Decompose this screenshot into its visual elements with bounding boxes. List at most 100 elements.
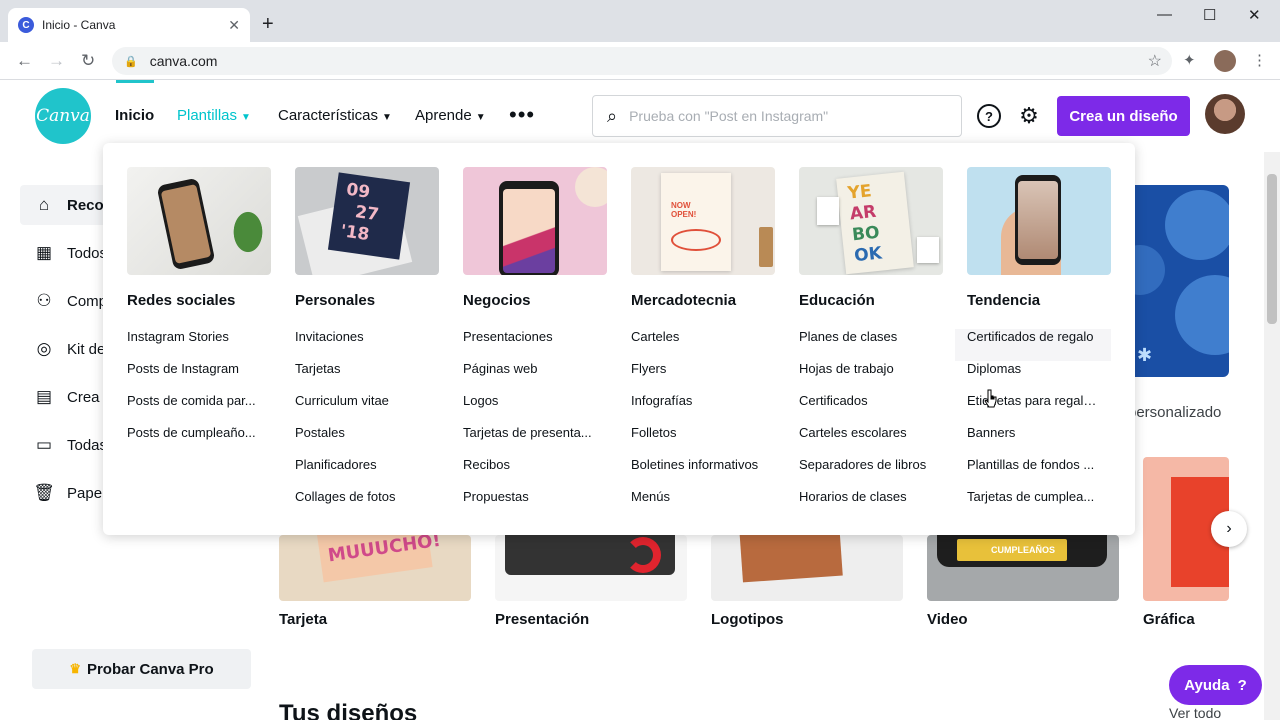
menu-column-negocios: Negocios Presentaciones Páginas web Logo… bbox=[463, 167, 607, 521]
menu-item[interactable]: Recibos bbox=[463, 457, 593, 489]
nav-plantillas[interactable]: Plantillas ▼ bbox=[177, 107, 251, 124]
menu-item[interactable]: Certificados bbox=[799, 393, 929, 425]
hero-banner[interactable]: ✱ bbox=[1135, 185, 1229, 377]
menu-item[interactable]: Collages de fotos bbox=[295, 489, 425, 521]
browser-tab[interactable]: C Inicio - Canva ✕ bbox=[8, 8, 250, 42]
menu-item[interactable]: Boletines informativos bbox=[631, 457, 761, 489]
social-media-image[interactable] bbox=[127, 167, 271, 275]
sparkle-icon: ✱ bbox=[1137, 345, 1153, 365]
more-icon[interactable]: ••• bbox=[509, 102, 535, 128]
menu-item[interactable]: Infografías bbox=[631, 393, 761, 425]
reload-icon[interactable]: ↻ bbox=[81, 51, 95, 71]
see-all-link[interactable]: Ver todo bbox=[1169, 705, 1221, 720]
menu-item[interactable]: Páginas web bbox=[463, 361, 593, 393]
forward-icon[interactable]: → bbox=[48, 51, 65, 71]
menu-item[interactable]: Carteles bbox=[631, 329, 761, 361]
menu-heading[interactable]: Redes sociales bbox=[127, 292, 271, 312]
menu-item[interactable]: Invitaciones bbox=[295, 329, 425, 361]
url-field[interactable]: 🔒 canva.com ☆ bbox=[112, 47, 1172, 75]
thumb-label: Video bbox=[927, 611, 968, 628]
back-icon[interactable]: ← bbox=[16, 51, 33, 71]
search-input[interactable] bbox=[629, 108, 950, 124]
menu-item[interactable]: Separadores de libros bbox=[799, 457, 929, 489]
thumb-video[interactable]: CUMPLEAÑOS bbox=[927, 535, 1119, 601]
try-pro-label: Probar Canva Pro bbox=[86, 660, 214, 678]
help-button[interactable]: Ayuda? bbox=[1169, 665, 1262, 705]
menu-item[interactable]: Folletos bbox=[631, 425, 761, 457]
bookmark-star-icon[interactable]: ☆ bbox=[1148, 51, 1162, 71]
active-indicator bbox=[116, 80, 154, 83]
nav-plantillas-label: Plantillas bbox=[177, 107, 238, 124]
menu-item[interactable]: Flyers bbox=[631, 361, 761, 393]
menu-heading[interactable]: Tendencia bbox=[967, 292, 1111, 312]
personal-image[interactable]: 09 27'18 bbox=[295, 167, 439, 275]
people-icon: ⚇ bbox=[36, 291, 52, 310]
menu-item[interactable]: Presentaciones bbox=[463, 329, 593, 361]
menu-item[interactable]: Posts de Instagram bbox=[127, 361, 257, 393]
thumb-logotipos[interactable] bbox=[711, 535, 903, 601]
browser-profile-icon[interactable] bbox=[1214, 50, 1236, 72]
lock-icon: 🔒 bbox=[124, 55, 138, 68]
menu-item[interactable]: Planes de clases bbox=[799, 329, 929, 361]
menu-item[interactable]: Tarjetas de presenta... bbox=[463, 425, 593, 457]
nav-inicio[interactable]: Inicio bbox=[115, 107, 154, 124]
search-box[interactable]: ⌕ bbox=[592, 95, 962, 137]
menu-item[interactable]: Instagram Stories bbox=[127, 329, 257, 361]
help-icon[interactable]: ? bbox=[977, 104, 1001, 128]
carousel-next-button[interactable]: › bbox=[1211, 511, 1247, 547]
marketing-image[interactable]: NOW OPEN! bbox=[631, 167, 775, 275]
menu-item[interactable]: Logos bbox=[463, 393, 593, 425]
extensions-icon[interactable]: ✦ bbox=[1183, 51, 1196, 69]
tab-title: Inicio - Canva bbox=[42, 18, 116, 32]
menu-item[interactable]: Posts de cumpleaño... bbox=[127, 425, 257, 457]
menu-item[interactable]: Horarios de clases bbox=[799, 489, 929, 521]
chevron-down-icon: ▼ bbox=[475, 112, 486, 123]
create-design-button[interactable]: Crea un diseño bbox=[1057, 96, 1190, 136]
menu-item[interactable]: Plantillas de fondos ... bbox=[967, 457, 1097, 489]
menu-heading[interactable]: Educación bbox=[799, 292, 943, 312]
menu-item[interactable]: Planificadores bbox=[295, 457, 425, 489]
window-close-icon[interactable]: ✕ bbox=[1248, 6, 1261, 24]
canva-header: Canva Inicio Plantillas ▼ Características… bbox=[0, 80, 1280, 152]
section-title: Tus diseños bbox=[279, 700, 418, 720]
page-scrollbar[interactable] bbox=[1264, 152, 1280, 720]
address-bar: ← → ↻ 🔒 canva.com ☆ ✦ ⋮ bbox=[0, 42, 1280, 80]
settings-gear-icon[interactable]: ⚙ bbox=[1017, 103, 1041, 128]
tab-close-icon[interactable]: ✕ bbox=[228, 17, 240, 34]
canva-logo[interactable]: Canva bbox=[35, 88, 91, 144]
nav-caracteristicas[interactable]: Características ▼ bbox=[278, 107, 392, 124]
menu-item[interactable]: Posts de comida par... bbox=[127, 393, 257, 425]
business-image[interactable] bbox=[463, 167, 607, 275]
thumb-presentacion[interactable] bbox=[495, 535, 687, 601]
thumb-tarjeta[interactable]: MUUUCHO! bbox=[279, 535, 471, 601]
menu-item[interactable]: Propuestas bbox=[463, 489, 593, 521]
thumb-label: Logotipos bbox=[711, 611, 784, 628]
try-pro-button[interactable]: ♛ Probar Canva Pro bbox=[32, 649, 251, 689]
folder-icon: ▭ bbox=[35, 435, 53, 454]
user-avatar[interactable] bbox=[1205, 94, 1245, 134]
chevron-down-icon: ▼ bbox=[382, 112, 392, 123]
maximize-icon[interactable]: ☐ bbox=[1203, 6, 1216, 24]
menu-heading[interactable]: Mercadotecnia bbox=[631, 292, 775, 312]
menu-item[interactable]: Postales bbox=[295, 425, 425, 457]
menu-item[interactable]: Tarjetas de cumplea... bbox=[967, 489, 1097, 521]
trending-image[interactable] bbox=[967, 167, 1111, 275]
nav-aprende[interactable]: Aprende ▼ bbox=[415, 107, 486, 124]
mouse-cursor-icon bbox=[984, 389, 997, 408]
menu-item[interactable]: Menús bbox=[631, 489, 761, 521]
menu-item[interactable]: Hojas de trabajo bbox=[799, 361, 929, 393]
new-tab-icon[interactable]: + bbox=[262, 14, 274, 34]
menu-heading[interactable]: Personales bbox=[295, 292, 439, 312]
scrollbar-thumb[interactable] bbox=[1267, 174, 1277, 324]
education-image[interactable]: YE AR BO OK bbox=[799, 167, 943, 275]
menu-list: Certificados de regalo Diplomas Etiqueta… bbox=[955, 329, 1111, 521]
menu-item[interactable]: Certificados de regalo bbox=[955, 329, 1111, 361]
minimize-icon[interactable]: — bbox=[1157, 6, 1172, 23]
menu-item[interactable]: Curriculum vitae bbox=[295, 393, 425, 425]
menu-heading[interactable]: Negocios bbox=[463, 292, 607, 312]
menu-item[interactable]: Banners bbox=[967, 425, 1097, 457]
menu-item[interactable]: Tarjetas bbox=[295, 361, 425, 393]
menu-item[interactable]: Carteles escolares bbox=[799, 425, 929, 457]
menu-column-tendencia: Tendencia Certificados de regalo Diploma… bbox=[955, 167, 1111, 521]
browser-menu-icon[interactable]: ⋮ bbox=[1252, 51, 1267, 69]
